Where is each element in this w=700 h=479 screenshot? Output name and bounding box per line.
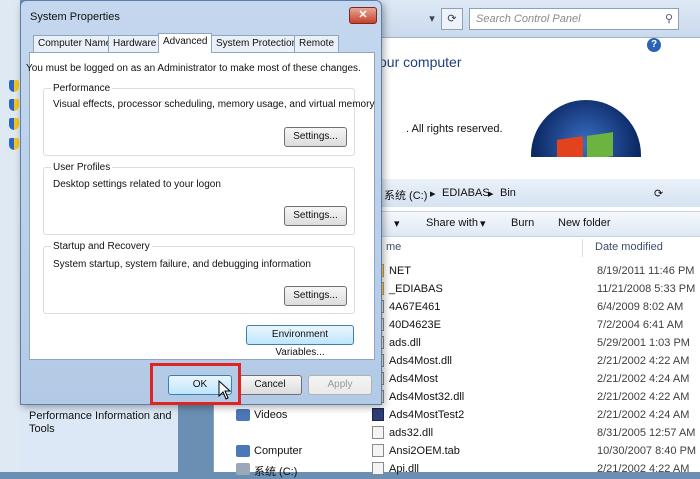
search-placeholder: Search Control Panel bbox=[476, 13, 581, 25]
file-date: 10/30/2007 8:40 PM bbox=[597, 445, 697, 457]
startup-recovery-group-title: Startup and Recovery bbox=[51, 241, 152, 252]
chevron-down-icon[interactable]: ▾ bbox=[394, 217, 400, 230]
breadcrumb-folder[interactable]: EDIABAS bbox=[442, 187, 490, 199]
shield-icon bbox=[9, 99, 19, 111]
page-title: our computer bbox=[379, 54, 462, 70]
file-date: 8/31/2005 12:57 AM bbox=[597, 427, 696, 439]
performance-settings-button[interactable]: Settings... bbox=[284, 127, 347, 147]
chevron-down-icon[interactable]: ▾ bbox=[480, 217, 486, 230]
apply-button[interactable]: Apply bbox=[308, 375, 372, 395]
performance-group-title: Performance bbox=[51, 83, 113, 94]
copyright-text: . All rights reserved. bbox=[406, 123, 503, 135]
tab-hardware[interactable]: Hardware bbox=[108, 35, 162, 52]
user-profiles-group-title: User Profiles bbox=[51, 162, 113, 173]
burn-button[interactable]: Burn bbox=[511, 217, 534, 229]
file-icon bbox=[372, 426, 384, 439]
control-panel-address-bar: ▾ ⟳ Search Control Panel ⚲ bbox=[341, 0, 700, 38]
chevron-down-icon[interactable]: ▾ bbox=[423, 8, 441, 30]
breadcrumb-folder[interactable]: Bin bbox=[500, 187, 516, 199]
file-date: 7/2/2004 6:41 AM bbox=[597, 319, 684, 331]
file-name[interactable]: Ads4Most32.dll bbox=[389, 391, 464, 403]
column-header-date-modified[interactable]: Date modified bbox=[595, 241, 663, 253]
file-name[interactable]: _EDIABAS bbox=[389, 283, 443, 295]
control-panel-window: ▾ ⟳ Search Control Panel ⚲ ? our compute… bbox=[340, 0, 700, 210]
help-icon[interactable]: ? bbox=[647, 38, 661, 52]
file-name[interactable]: Ads4MostTest2 bbox=[389, 409, 464, 421]
file-date: 5/29/2001 1:03 PM bbox=[597, 337, 690, 349]
startup-recovery-group-desc: System startup, system failure, and debu… bbox=[53, 259, 311, 270]
file-date: 2/21/2002 4:22 AM bbox=[597, 463, 690, 475]
refresh-icon[interactable]: ⟳ bbox=[441, 8, 463, 30]
environment-variables-button[interactable]: Environment Variables... bbox=[246, 325, 354, 358]
tab-computer-name[interactable]: Computer Name bbox=[33, 35, 117, 52]
cancel-button[interactable]: Cancel bbox=[238, 375, 302, 395]
nav-item-computer[interactable]: Computer bbox=[254, 445, 302, 457]
computer-icon bbox=[236, 445, 250, 457]
shield-icon bbox=[9, 118, 19, 130]
search-icon[interactable]: ⚲ bbox=[665, 12, 673, 25]
shield-icon bbox=[9, 80, 19, 92]
startup-recovery-settings-button[interactable]: Settings... bbox=[284, 286, 347, 306]
share-with-button[interactable]: Share with bbox=[426, 217, 478, 229]
nav-item-drive[interactable]: 系统 (C:) bbox=[254, 463, 297, 479]
file-name[interactable]: Ads4Most bbox=[389, 373, 438, 385]
file-name[interactable]: Ads4Most.dll bbox=[389, 355, 452, 367]
file-name[interactable]: NET bbox=[389, 265, 411, 277]
drive-icon bbox=[236, 463, 250, 475]
column-separator[interactable] bbox=[582, 239, 583, 257]
performance-info-link[interactable]: Performance Information and Tools bbox=[29, 410, 179, 436]
file-date: 2/21/2002 4:24 AM bbox=[597, 373, 690, 385]
file-date: 6/4/2009 8:02 AM bbox=[597, 301, 684, 313]
videos-icon bbox=[236, 409, 250, 421]
user-profiles-settings-button[interactable]: Settings... bbox=[284, 206, 347, 226]
file-date: 2/21/2002 4:22 AM bbox=[597, 355, 690, 367]
new-folder-button[interactable]: New folder bbox=[558, 217, 611, 229]
file-name[interactable]: 4A67E461 bbox=[389, 301, 440, 313]
file-name[interactable]: 40D4623E bbox=[389, 319, 441, 331]
file-date: 2/21/2002 4:24 AM bbox=[597, 409, 690, 421]
close-button[interactable]: ✕ bbox=[349, 7, 377, 24]
file-date: 2/21/2002 4:22 AM bbox=[597, 391, 690, 403]
tab-advanced[interactable]: Advanced bbox=[158, 33, 213, 53]
desktop-left-strip bbox=[0, 0, 20, 472]
file-icon bbox=[372, 462, 384, 475]
user-profiles-group-desc: Desktop settings related to your logon bbox=[53, 179, 221, 190]
dialog-title: System Properties bbox=[30, 11, 120, 23]
chevron-right-icon: ▸ bbox=[430, 188, 436, 200]
app-icon bbox=[372, 408, 384, 421]
nav-item-videos[interactable]: Videos bbox=[254, 409, 287, 421]
tab-remote[interactable]: Remote bbox=[294, 35, 340, 52]
performance-group-desc: Visual effects, processor scheduling, me… bbox=[53, 99, 375, 110]
mouse-cursor-icon bbox=[218, 380, 232, 400]
tab-system-protection[interactable]: System Protection bbox=[211, 35, 303, 52]
file-name[interactable]: Api.dll bbox=[389, 463, 419, 475]
refresh-icon[interactable]: ⟳ bbox=[654, 187, 663, 200]
breadcrumb-drive[interactable]: 系统 (C:) bbox=[384, 187, 427, 203]
chevron-right-icon: ▸ bbox=[488, 188, 494, 200]
search-input[interactable]: Search Control Panel ⚲ bbox=[469, 8, 679, 30]
file-name[interactable]: ads.dll bbox=[389, 337, 421, 349]
file-icon bbox=[372, 444, 384, 457]
file-date: 11/21/2008 5:33 PM bbox=[597, 283, 696, 295]
file-name[interactable]: Ansi2OEM.tab bbox=[389, 445, 460, 457]
column-header-name[interactable]: me bbox=[386, 241, 401, 253]
admin-note: You must be logged on as an Administrato… bbox=[26, 63, 361, 74]
file-name[interactable]: ads32.dll bbox=[389, 427, 433, 439]
shield-icon bbox=[9, 138, 19, 150]
file-date: 8/19/2011 11:46 PM bbox=[597, 265, 695, 277]
